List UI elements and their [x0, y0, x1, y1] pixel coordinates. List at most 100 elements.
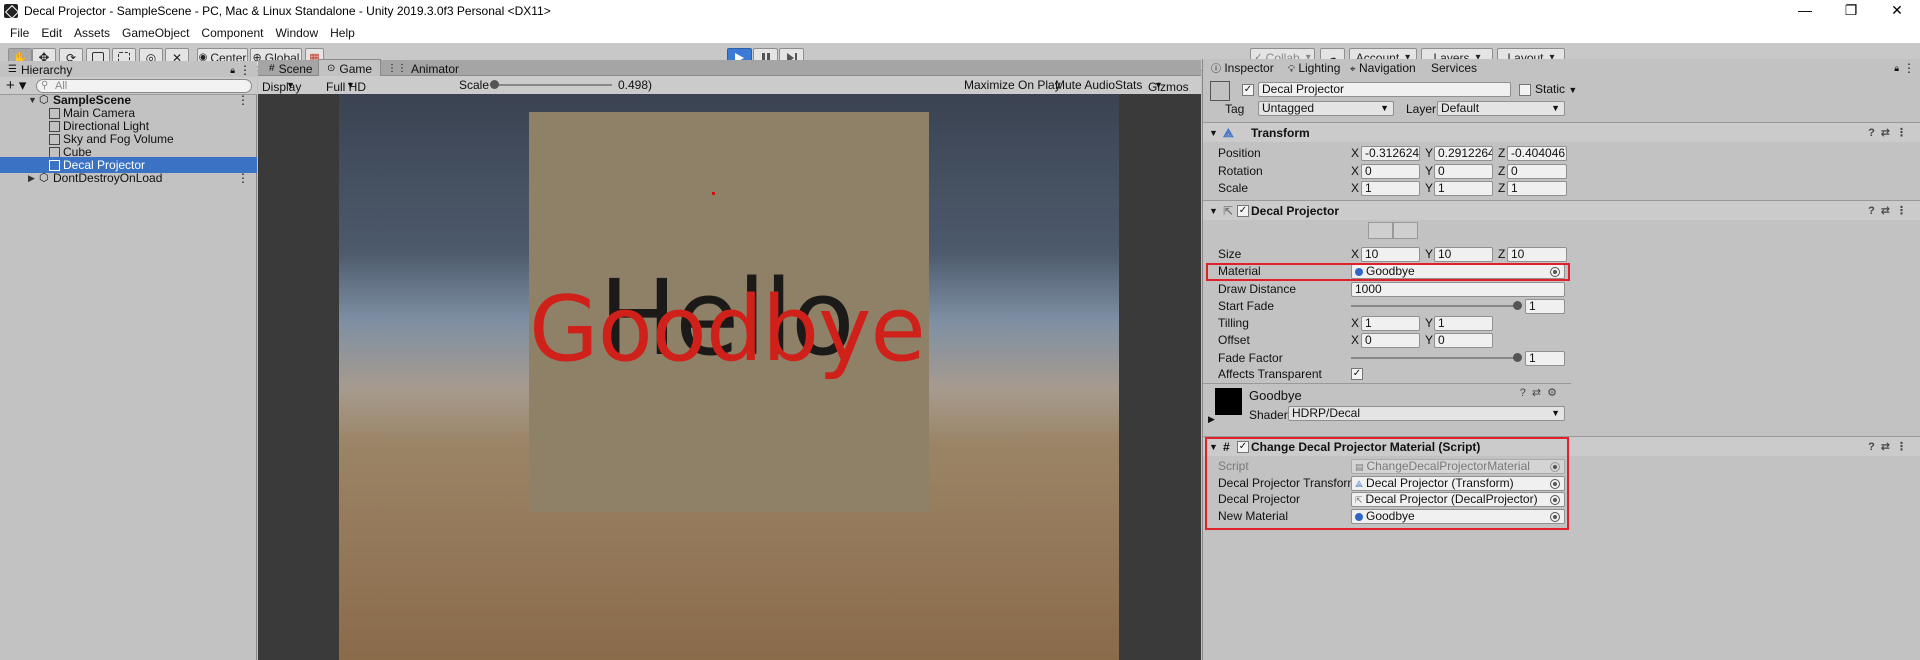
panel-menu-icon[interactable]: ⋮ [239, 62, 251, 78]
game-viewport[interactable]: Hello Goodbye [258, 94, 1201, 660]
position-z-field[interactable]: -0.4040467 [1507, 146, 1567, 161]
component-header-icons[interactable]: ?⇄⋮ [1868, 123, 1913, 143]
static-dropdown[interactable]: Static ▼ [1535, 82, 1577, 96]
start-fade-field[interactable]: 1 [1525, 299, 1565, 314]
menu-file[interactable]: File [4, 26, 35, 40]
menu-edit[interactable]: Edit [35, 26, 68, 40]
shader-dropdown[interactable]: HDRP/Decal ▼ [1288, 406, 1565, 421]
active-checkbox[interactable]: ✓ [1242, 84, 1254, 96]
affects-transparent-checkbox[interactable]: ✓ [1351, 368, 1363, 380]
tab-game[interactable]: ⊙ Game [318, 59, 382, 77]
draw-distance-label: Draw Distance [1218, 282, 1297, 296]
fade-factor-value: 1 [1529, 351, 1536, 365]
decal-projector-ref-field[interactable]: ⇱ Decal Projector (DecalProjector) [1351, 492, 1565, 507]
decal-projector-title: Decal Projector [1251, 204, 1340, 218]
object-picker-icon[interactable] [1550, 479, 1560, 489]
panel-menu-icon[interactable]: ⋮ [1903, 59, 1915, 77]
stats-toggle[interactable]: Stats [1115, 78, 1142, 92]
tag-value: Untagged [1262, 101, 1315, 115]
offset-x-field[interactable]: 0 [1361, 333, 1420, 348]
material-field[interactable]: Goodbye [1351, 264, 1565, 279]
new-material-label: New Material [1218, 509, 1289, 523]
material-header-icons[interactable]: ?⇄⚙ [1520, 386, 1563, 399]
minimize-button[interactable]: — [1782, 0, 1828, 22]
object-name-field[interactable]: Decal Projector [1258, 82, 1511, 97]
tilling-y-field[interactable]: 1 [1434, 316, 1493, 331]
size-x-field[interactable]: 10 [1361, 247, 1420, 262]
object-picker-icon[interactable] [1550, 267, 1560, 277]
collapse-arrow-icon[interactable]: ▶ [28, 170, 35, 186]
slider-knob[interactable] [1513, 353, 1522, 362]
offset-y-field[interactable]: 0 [1434, 333, 1493, 348]
rotation-z: 0 [1511, 164, 1518, 178]
position-label: Position [1218, 146, 1261, 160]
start-fade-slider[interactable] [1351, 297, 1522, 315]
scale-z-field[interactable]: 1 [1507, 181, 1567, 196]
component-header-icons[interactable]: ?⇄⋮ [1868, 201, 1913, 221]
tag-dropdown[interactable]: Untagged ▼ [1258, 101, 1394, 116]
script-enabled-checkbox[interactable]: ✓ [1237, 441, 1249, 453]
menu-help[interactable]: Help [324, 26, 361, 40]
slider-knob[interactable] [1513, 301, 1522, 310]
maximize-button[interactable]: ❐ [1828, 0, 1874, 22]
static-checkbox[interactable] [1519, 84, 1531, 96]
size-z-field[interactable]: 10 [1507, 247, 1567, 262]
x-axis-label: X [1351, 333, 1360, 347]
position-row: Position X -0.3126241 Y 0.2912264 Z -0.4… [1203, 144, 1920, 162]
rotation-y-field[interactable]: 0 [1434, 164, 1493, 179]
tab-navigation[interactable]: ⌖ Navigation [1350, 59, 1416, 79]
lock-icon[interactable]: 🔒︎ [230, 62, 235, 78]
fold-arrow-icon[interactable]: ▼ [1209, 123, 1218, 143]
maximize-on-play-toggle[interactable]: Maximize On Play [964, 78, 1061, 92]
decal-enabled-checkbox[interactable]: ✓ [1237, 205, 1249, 217]
scale-slider-knob[interactable] [490, 80, 499, 89]
size-y-field[interactable]: 10 [1434, 247, 1493, 262]
dontdestroy-row[interactable]: ▶ ⬡ DontDestroyOnLoad ⋮ [0, 170, 257, 186]
component-header-icons[interactable]: ?⇄⋮ [1868, 437, 1913, 457]
tab-scene[interactable]: # Scene [260, 59, 322, 77]
draw-distance-field[interactable]: 1000 [1351, 282, 1565, 297]
tab-inspector[interactable]: ⓘ Inspector [1211, 59, 1274, 79]
transform-header[interactable]: ▼ ⟁ Transform ?⇄⋮ [1203, 122, 1920, 142]
scene-menu-icon[interactable]: ⋮ [237, 170, 249, 186]
layer-dropdown[interactable]: Default ▼ [1437, 101, 1565, 116]
hierarchy-search-input[interactable]: ⚲ All [36, 79, 252, 93]
mute-audio-toggle[interactable]: Mute Audio [1055, 78, 1115, 92]
position-y-field[interactable]: 0.2912264 [1434, 146, 1493, 161]
scale-y-field[interactable]: 1 [1434, 181, 1493, 196]
new-material-field[interactable]: Goodbye [1351, 509, 1565, 524]
fold-arrow-icon[interactable]: ▶ [1208, 414, 1215, 425]
edit-uv-button[interactable] [1393, 222, 1418, 239]
scale-row: Scale X 1 Y 1 Z 1 [1203, 179, 1920, 197]
scale-slider[interactable] [490, 76, 612, 94]
y-axis-label: Y [1425, 333, 1434, 347]
menu-assets[interactable]: Assets [68, 26, 116, 40]
object-picker-icon[interactable] [1550, 495, 1560, 505]
tab-services[interactable]: Services [1431, 59, 1477, 77]
rotation-z-field[interactable]: 0 [1507, 164, 1567, 179]
close-button[interactable]: ✕ [1874, 0, 1920, 22]
offset-x: 0 [1365, 333, 1372, 347]
start-fade-row: Start Fade 1 [1203, 297, 1920, 315]
fold-arrow-icon[interactable]: ▼ [1209, 201, 1218, 221]
position-x-field[interactable]: -0.3126241 [1361, 146, 1420, 161]
object-picker-icon[interactable] [1550, 512, 1560, 522]
menu-gameobject[interactable]: GameObject [116, 26, 195, 40]
script-value: ChangeDecalProjectorMaterial [1366, 459, 1530, 473]
fold-arrow-icon[interactable]: ▼ [1209, 437, 1218, 457]
tab-lighting[interactable]: 💡︎ Lighting [1288, 59, 1340, 79]
edit-shape-button[interactable] [1368, 222, 1393, 239]
lock-icon[interactable]: 🔒︎ [1894, 59, 1899, 77]
rotation-x-field[interactable]: 0 [1361, 164, 1420, 179]
decal-projector-header[interactable]: ▼ ⇱ ✓ Decal Projector ?⇄⋮ [1203, 200, 1920, 220]
transform-icon: ⟁ [1223, 126, 1234, 140]
z-axis-label: Z [1498, 247, 1506, 261]
menu-window[interactable]: Window [269, 26, 324, 40]
menu-component[interactable]: Component [195, 26, 269, 40]
tilling-x-field[interactable]: 1 [1361, 316, 1420, 331]
decal-transform-field[interactable]: ⟁ Decal Projector (Transform) [1351, 476, 1565, 491]
fade-factor-field[interactable]: 1 [1525, 351, 1565, 366]
script-component-header[interactable]: ▼ # ✓ Change Decal Projector Material (S… [1203, 436, 1920, 456]
tab-animator[interactable]: ⋮⋮ Animator [378, 59, 468, 77]
scale-x-field[interactable]: 1 [1361, 181, 1420, 196]
